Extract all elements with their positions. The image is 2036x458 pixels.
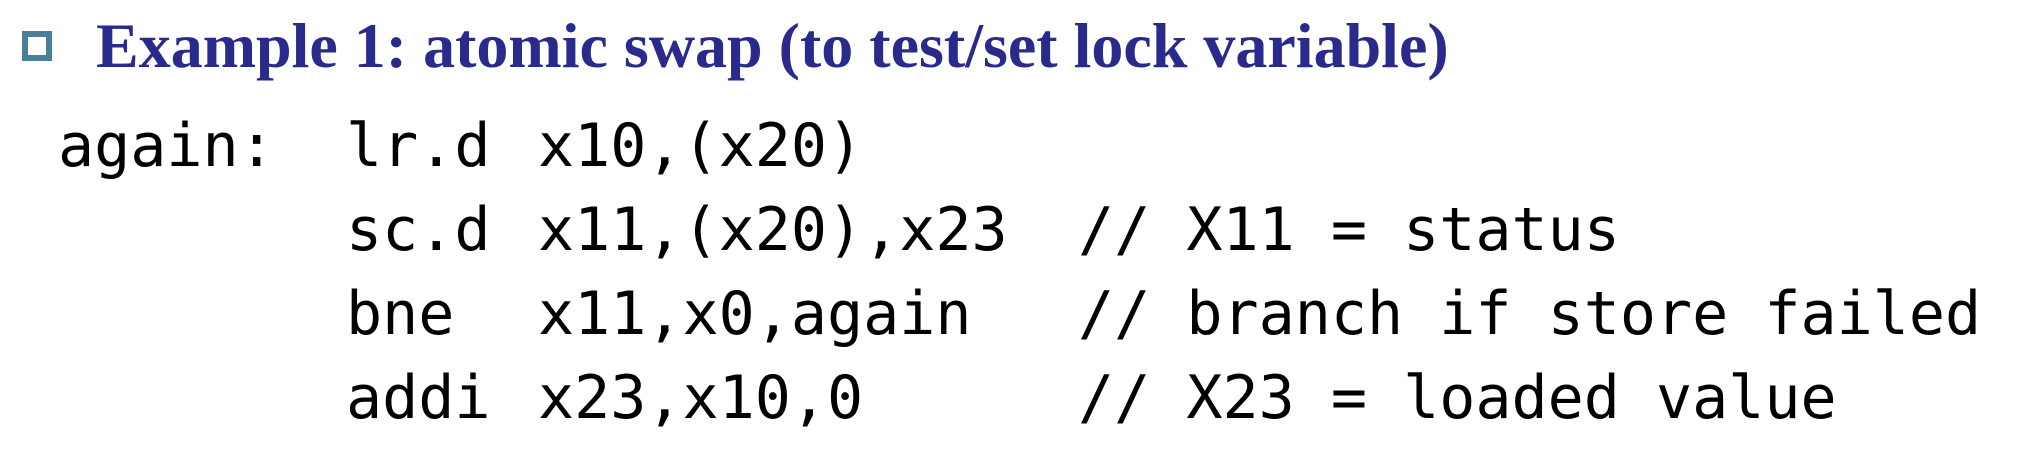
code-comment: // X11 = status [1078,195,1620,265]
code-line: bne x11,x0,again // branch if store fail… [58,272,1981,356]
code-operands: x11,x0,again [538,279,972,349]
hollow-square-bullet-icon [22,31,52,61]
code-comment: // branch if store failed [1078,279,1982,349]
code-operands: x23,x10,0 [538,363,864,433]
code-operands: x11,(x20),x23 [538,195,1008,265]
code-operands: x10,(x20) [538,111,864,181]
slide-heading: Example 1: atomic swap (to test/set lock… [96,10,1449,81]
code-opcode: sc.d [346,195,491,265]
code-opcode: addi [346,363,491,433]
code-line: sc.d x11,(x20),x23 // X11 = status [58,188,1981,272]
code-line: addi x23,x10,0 // X23 = loaded value [58,356,1981,440]
code-line: again: lr.d x10,(x20) [58,104,1981,188]
code-opcode: lr.d [346,111,491,181]
code-label: again: [58,111,275,181]
code-opcode: bne [346,279,455,349]
heading-row: Example 1: atomic swap (to test/set lock… [22,6,1449,86]
slide: Example 1: atomic swap (to test/set lock… [0,0,2036,458]
code-comment: // X23 = loaded value [1078,363,1837,433]
code-block: again: lr.d x10,(x20) sc.d x11,(x20),x23… [58,104,1981,440]
